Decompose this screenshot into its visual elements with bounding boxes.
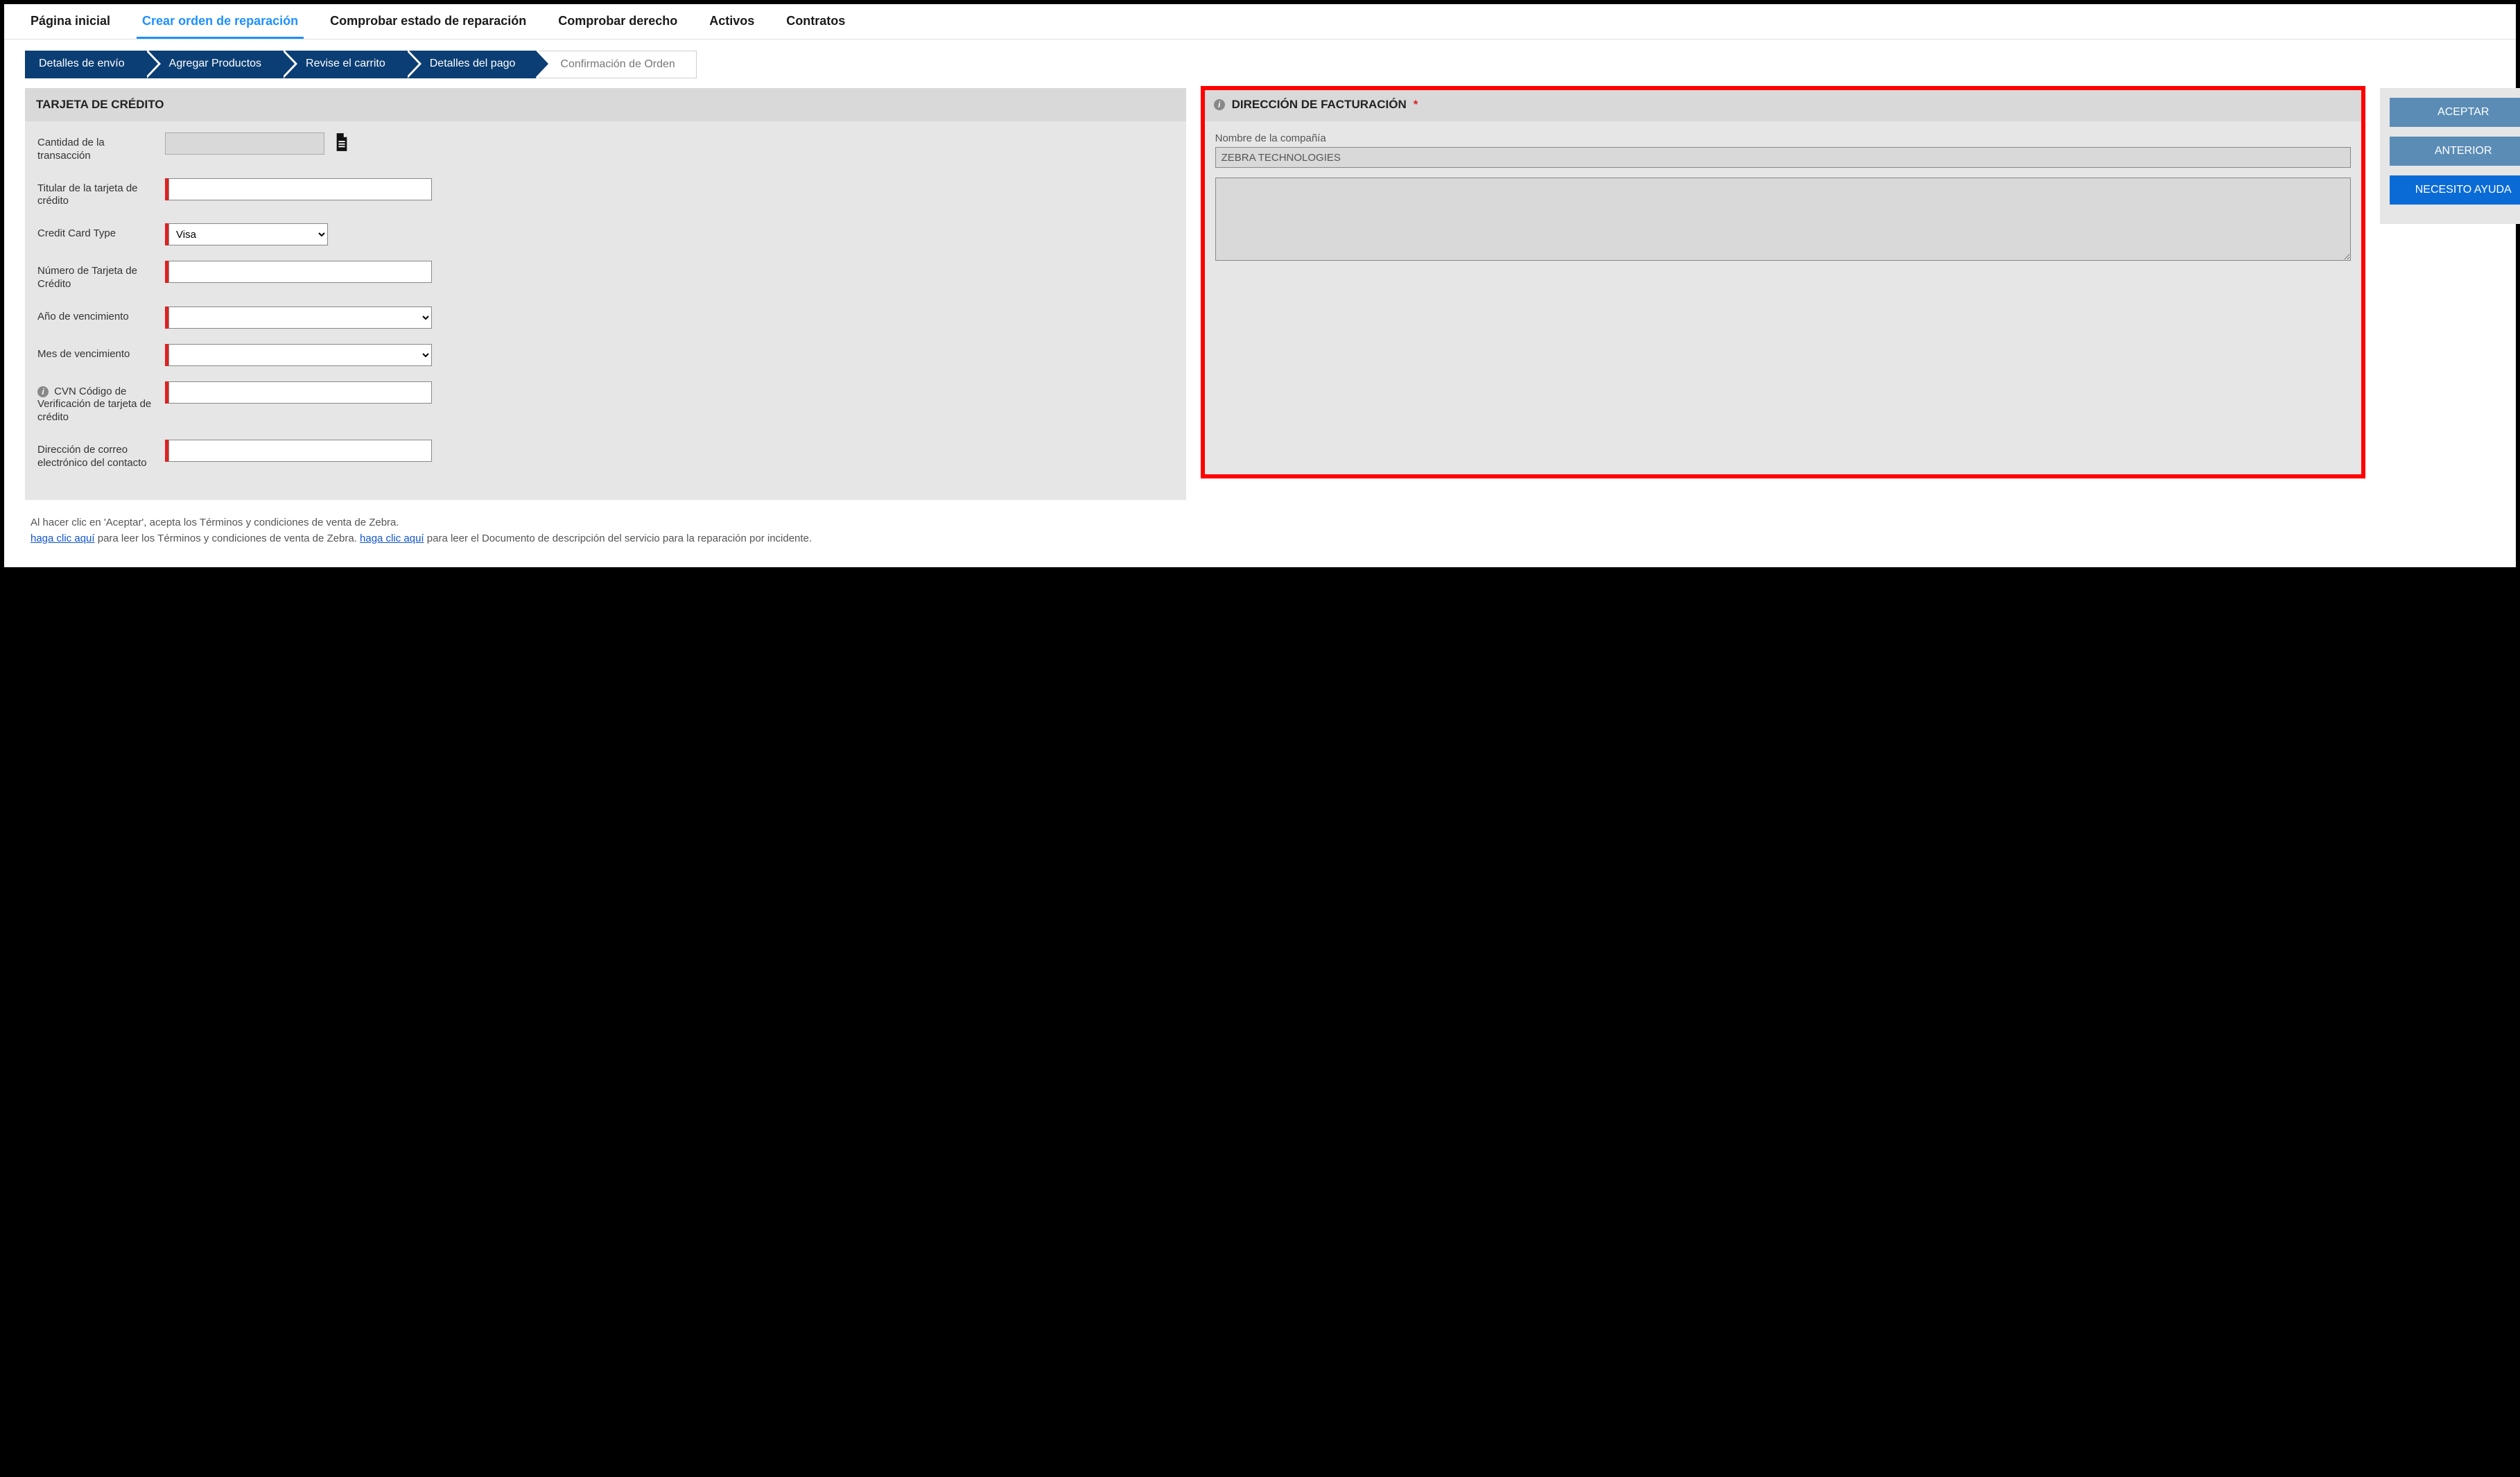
action-sidebar: ACEPTAR ANTERIOR NECESITO AYUDA <box>2380 88 2520 224</box>
card-number-input[interactable] <box>168 261 432 283</box>
document-icon[interactable] <box>334 133 349 155</box>
nav-assets[interactable]: Activos <box>704 4 760 39</box>
top-nav: Página inicial Crear orden de reparación… <box>4 4 2516 40</box>
exp-year-label: Año de vencimiento <box>37 306 155 324</box>
contact-email-input[interactable] <box>168 440 432 462</box>
credit-card-panel: TARJETA DE CRÉDITO Cantidad de la transa… <box>25 88 1186 500</box>
step-add-products[interactable]: Agregar Productos <box>146 51 282 78</box>
card-type-select[interactable]: Visa <box>168 223 328 245</box>
terms-link-2[interactable]: haga clic aquí <box>360 533 424 544</box>
info-icon[interactable]: i <box>1214 99 1225 110</box>
main-content: TARJETA DE CRÉDITO Cantidad de la transa… <box>4 88 2516 500</box>
billing-address-textarea[interactable] <box>1215 178 2352 261</box>
exp-month-select[interactable] <box>168 344 432 366</box>
cvn-label: i CVN Código de Verificación de tarjeta … <box>37 381 155 424</box>
nav-check-entitlement[interactable]: Comprobar derecho <box>553 4 683 39</box>
step-shipping-details[interactable]: Detalles de envío <box>25 51 146 78</box>
card-type-label: Credit Card Type <box>37 223 155 241</box>
step-payment-details[interactable]: Detalles del pago <box>406 51 537 78</box>
accept-button[interactable]: ACEPTAR <box>2390 98 2520 127</box>
nav-contracts[interactable]: Contratos <box>781 4 851 39</box>
terms-line-1: Al hacer clic en 'Aceptar', acepta los T… <box>31 515 2489 531</box>
card-holder-input[interactable] <box>168 178 432 200</box>
terms-text-2b: para leer el Documento de descripción de… <box>424 533 812 544</box>
nav-create-repair-order[interactable]: Crear orden de reparación <box>137 4 304 39</box>
company-name-input <box>1215 147 2352 168</box>
transaction-amount-input <box>165 132 324 155</box>
billing-title: DIRECCIÓN DE FACTURACIÓN <box>1232 98 1407 112</box>
terms-text: Al hacer clic en 'Aceptar', acepta los T… <box>4 500 2516 553</box>
billing-header: i DIRECCIÓN DE FACTURACIÓN * <box>1203 88 2364 121</box>
step-review-cart[interactable]: Revise el carrito <box>282 51 406 78</box>
cvn-label-text: CVN Código de Verificación de tarjeta de… <box>37 386 151 424</box>
wizard-steps: Detalles de envío Agregar Productos Revi… <box>4 40 2516 88</box>
info-icon[interactable]: i <box>37 386 49 397</box>
company-name-label: Nombre de la compañía <box>1215 132 2352 144</box>
card-holder-label: Titular de la tarjeta de crédito <box>37 178 155 209</box>
contact-email-label: Dirección de correo electrónico del cont… <box>37 440 155 470</box>
transaction-amount-label: Cantidad de la transacción <box>37 132 155 163</box>
terms-link-1[interactable]: haga clic aquí <box>31 533 95 544</box>
step-order-confirmation: Confirmación de Orden <box>536 51 696 78</box>
billing-address-panel: i DIRECCIÓN DE FACTURACIÓN * Nombre de l… <box>1203 88 2364 476</box>
previous-button[interactable]: ANTERIOR <box>2390 137 2520 166</box>
credit-card-title: TARJETA DE CRÉDITO <box>36 98 164 112</box>
card-number-label: Número de Tarjeta de Crédito <box>37 261 155 291</box>
terms-text-2a: para leer los Términos y condiciones de … <box>95 533 360 544</box>
need-help-button[interactable]: NECESITO AYUDA <box>2390 175 2520 205</box>
required-star: * <box>1414 98 1418 112</box>
nav-home[interactable]: Página inicial <box>25 4 116 39</box>
exp-year-select[interactable] <box>168 306 432 329</box>
cvn-input[interactable] <box>168 381 432 404</box>
exp-month-label: Mes de vencimiento <box>37 344 155 361</box>
credit-card-header: TARJETA DE CRÉDITO <box>25 88 1186 121</box>
nav-check-repair-status[interactable]: Comprobar estado de reparación <box>324 4 532 39</box>
